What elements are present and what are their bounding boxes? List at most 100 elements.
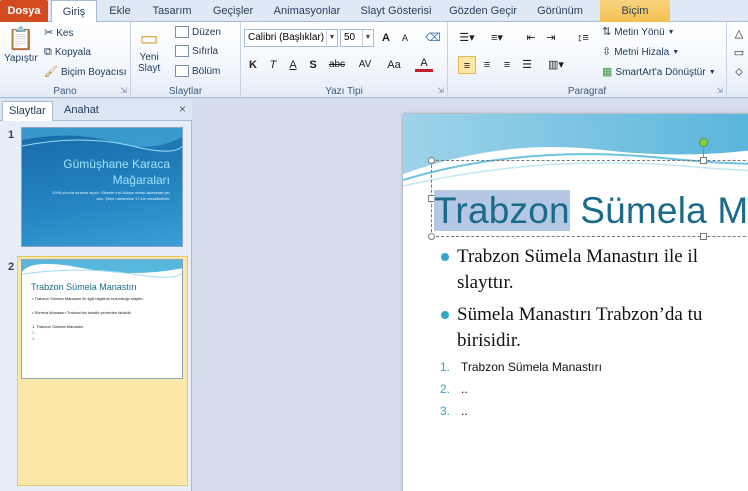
tab-view[interactable]: Görünüm	[527, 0, 593, 22]
align-center-button[interactable]: ≡	[478, 56, 496, 74]
resize-handle-top[interactable]	[700, 157, 707, 164]
shrink-font-button[interactable]: A	[396, 29, 414, 47]
tab-outline[interactable]: Anahat	[58, 101, 105, 121]
bullets-button[interactable]: ☰▾	[454, 29, 480, 47]
tab-transitions[interactable]: Geçişler	[204, 0, 262, 22]
italic-icon: T	[269, 59, 277, 71]
close-icon[interactable]: ×	[179, 102, 186, 116]
font-group-label: Yazı Tipi	[325, 86, 363, 97]
tab-file[interactable]: Dosya	[0, 0, 48, 22]
tab-slideshow[interactable]: Slayt Gösterisi	[353, 0, 439, 22]
paragraph-launcher-icon[interactable]: ⇲	[716, 86, 723, 95]
thumb2-line-3: 1. Trabzon Sümela Manastırı	[32, 324, 84, 329]
smartart-icon: ▦	[602, 66, 613, 78]
grow-font-icon: A	[382, 32, 390, 44]
thumb2-line-5: 3. ..	[32, 336, 39, 341]
bullet-dot	[441, 311, 449, 319]
change-case-icon: Aa	[387, 59, 401, 71]
shape-more-button[interactable]: ⬦	[730, 63, 748, 81]
ribbon: 📋 Yapıştır ✂ Kes ⧉ Kopyala 🖌 Biçim Boyacısı…	[0, 22, 748, 98]
tab-home[interactable]: Giriş	[51, 0, 97, 23]
copy-button[interactable]: ⧉ Kopyala	[44, 45, 91, 59]
reset-label: Sıfırla	[192, 45, 219, 57]
group-slides: ▭ Yeni Slayt Düzen Sıfırla Bölüm Slaytla…	[131, 22, 241, 98]
paste-button[interactable]: 📋 Yapıştır	[4, 26, 38, 64]
slide-number-1: 1	[8, 129, 15, 141]
indent-icon: ⇥	[546, 32, 556, 44]
clipboard-group-label: Pano	[53, 86, 77, 97]
shadow-icon: S	[309, 59, 317, 71]
rotate-handle[interactable]	[699, 138, 708, 147]
format-painter-button[interactable]: 🖌 Biçim Boyacısı	[44, 65, 127, 79]
tab-slides[interactable]: Slaytlar	[2, 101, 53, 121]
rectangle-icon: ▭	[733, 47, 745, 59]
group-font: Calibri (Başlıklar) ▼ 50 ▼ A A ⌫ K T A S a…	[241, 22, 448, 98]
wave-decoration	[22, 128, 182, 152]
resize-handle-top-left[interactable]	[428, 157, 435, 164]
slide-title-rest: Sümela M	[569, 190, 748, 231]
font-launcher-icon[interactable]: ⇲	[437, 86, 444, 95]
slide-thumbnail-1[interactable]: Gümüşhane Karaca Mağaraları 1996 yılında…	[21, 127, 183, 247]
shape-list-button[interactable]: ▭	[730, 44, 748, 62]
copy-label: Kopyala	[54, 46, 91, 58]
slide-thumbnail-2[interactable]: Trabzon Sümela Manastırı • Trabzon Sümel…	[21, 259, 183, 379]
line-spacing-button[interactable]: ↕≡	[572, 29, 594, 47]
underline-icon: A	[289, 59, 297, 71]
shapes-button[interactable]: △	[730, 25, 748, 43]
decrease-indent-button[interactable]: ⇤	[522, 29, 540, 47]
increase-indent-button[interactable]: ⇥	[542, 29, 560, 47]
italic-button[interactable]: T	[264, 56, 282, 74]
align-right-button[interactable]: ≡	[498, 56, 516, 74]
justify-button[interactable]: ☰	[518, 56, 536, 74]
layout-button[interactable]: Düzen	[175, 26, 221, 38]
clear-format-button[interactable]: ⌫	[424, 29, 442, 47]
new-slide-label-2: Slayt	[138, 63, 161, 74]
strikethrough-button[interactable]: abc	[326, 56, 348, 74]
clipboard-launcher-icon[interactable]: ⇲	[120, 86, 127, 95]
slide-title[interactable]: Trabzon Sümela M	[434, 190, 748, 232]
align-text-button[interactable]: ⇳ Metni Hizala ▼	[602, 45, 679, 59]
underline-button[interactable]: A	[284, 56, 302, 74]
justify-icon: ☰	[522, 59, 532, 71]
text-direction-icon: ⇅	[602, 26, 612, 38]
align-left-button[interactable]: ≡	[458, 56, 476, 74]
group-clipboard: 📋 Yapıştır ✂ Kes ⧉ Kopyala 🖌 Biçim Boyacısı…	[0, 22, 131, 98]
reset-icon	[175, 45, 189, 57]
slide-number-2: 2	[8, 261, 15, 273]
columns-button[interactable]: ▥▾	[544, 56, 568, 74]
reset-button[interactable]: Sıfırla	[175, 45, 218, 57]
numbered-item-2: ..	[461, 382, 468, 396]
shadow-button[interactable]: S	[304, 56, 322, 74]
tab-format[interactable]: Biçim	[600, 0, 670, 22]
layout-icon	[175, 26, 189, 38]
bullet-list-icon: ☰▾	[459, 32, 475, 44]
text-direction-button[interactable]: ⇅ Metin Yönü ▼	[602, 25, 675, 39]
resize-handle-bottom-left[interactable]	[428, 233, 435, 240]
columns-icon: ▥▾	[548, 59, 564, 71]
thumb1-title-line1: Gümüşhane Karaca	[63, 157, 170, 171]
bullet-1-line-1: Trabzon Sümela Manastırı ile il	[457, 246, 698, 267]
grow-font-button[interactable]: A	[377, 29, 395, 47]
paragraph-group-label: Paragraf	[567, 86, 607, 97]
font-name-select[interactable]: Calibri (Başlıklar) ▼	[244, 29, 338, 47]
align-text-icon: ⇳	[602, 46, 612, 58]
slide-canvas[interactable]: Trabzon Sümela M Trabzon Sümela Manastır…	[403, 114, 748, 491]
cut-button[interactable]: ✂ Kes	[44, 26, 73, 40]
bold-button[interactable]: K	[244, 56, 262, 74]
font-color-button[interactable]: A	[415, 56, 433, 72]
tab-animations[interactable]: Animasyonlar	[265, 0, 349, 22]
new-slide-button[interactable]: ▭ Yeni Slayt	[138, 26, 160, 74]
resize-handle-bottom[interactable]	[700, 233, 707, 240]
strikethrough-icon: abc	[328, 59, 346, 70]
tab-design[interactable]: Tasarım	[143, 0, 201, 22]
tab-insert[interactable]: Ekle	[100, 0, 140, 22]
change-case-button[interactable]: Aa	[381, 56, 407, 74]
chevron-down-icon: ▼	[326, 30, 337, 46]
font-size-select[interactable]: 50 ▼	[340, 29, 374, 47]
bullet-1-line-2: slayttır.	[457, 272, 514, 293]
section-button[interactable]: Bölüm	[175, 65, 220, 77]
smartart-button[interactable]: ▦ SmartArt'a Dönüştür ▼	[602, 65, 716, 79]
char-spacing-button[interactable]: AV	[353, 56, 377, 74]
numbering-button[interactable]: ≡▾	[484, 29, 510, 47]
tab-review[interactable]: Gözden Geçir	[443, 0, 523, 22]
